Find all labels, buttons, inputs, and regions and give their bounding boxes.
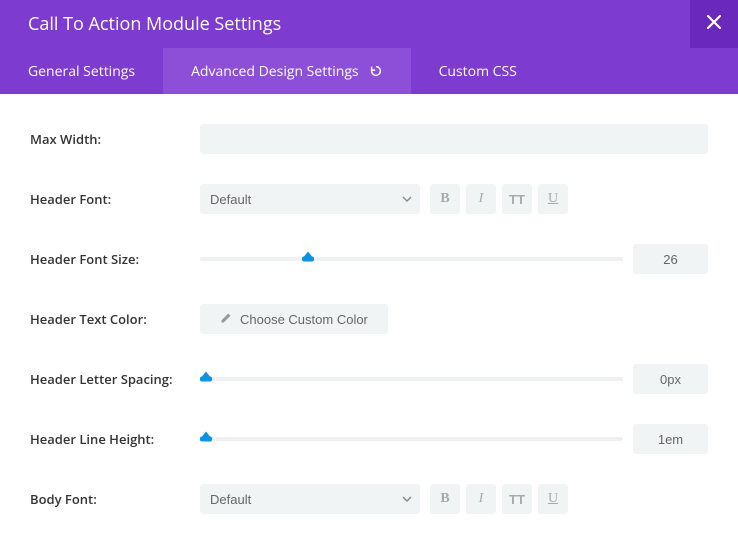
modal-header: Call To Action Module Settings [0,0,738,48]
bold-button[interactable]: B [430,484,460,514]
label-max-width: Max Width: [30,130,200,148]
bold-icon: B [440,191,449,207]
label-body-font: Body Font: [30,490,200,508]
row-header-font: Header Font: Default B I TT U [30,184,708,214]
tab-label: Advanced Design Settings [191,62,359,81]
label-header-line-height: Header Line Height: [30,430,200,448]
italic-button[interactable]: I [466,484,496,514]
slider-thumb[interactable] [302,257,314,262]
modal-title: Call To Action Module Settings [28,12,281,36]
underline-icon: U [548,491,558,507]
underline-icon: U [548,191,558,207]
body-font-style-buttons: B I TT U [430,484,568,514]
underline-button[interactable]: U [538,484,568,514]
italic-icon: I [479,491,484,507]
italic-button[interactable]: I [466,184,496,214]
row-header-letter-spacing: Header Letter Spacing: [30,364,708,394]
tab-label: General Settings [28,62,135,81]
underline-button[interactable]: U [538,184,568,214]
uppercase-button[interactable]: TT [502,184,532,214]
header-font-style-buttons: B I TT U [430,184,568,214]
bold-icon: B [440,491,449,507]
choose-color-button[interactable]: Choose Custom Color [200,304,388,334]
header-line-height-slider[interactable] [200,424,623,454]
slider-thumb[interactable] [200,377,212,382]
uppercase-icon: TT [509,192,525,207]
close-icon [707,15,721,33]
header-font-select[interactable]: Default [200,184,420,214]
header-font-size-input[interactable] [633,244,708,274]
tab-custom-css[interactable]: Custom CSS [411,48,545,94]
row-body-font: Body Font: Default B I TT U [30,484,708,514]
row-header-line-height: Header Line Height: [30,424,708,454]
slider-thumb[interactable] [200,437,212,442]
row-header-font-size: Header Font Size: [30,244,708,274]
close-button[interactable] [690,0,738,48]
header-letter-spacing-input[interactable] [633,364,708,394]
header-letter-spacing-slider[interactable] [200,364,623,394]
label-header-font: Header Font: [30,190,200,208]
reset-icon[interactable] [369,64,383,78]
italic-icon: I [479,191,484,207]
row-max-width: Max Width: [30,124,708,154]
tab-label: Custom CSS [439,62,517,81]
tab-advanced[interactable]: Advanced Design Settings [163,48,411,94]
header-line-height-input[interactable] [633,424,708,454]
tab-general[interactable]: General Settings [0,48,163,94]
module-settings-modal: Call To Action Module Settings General S… [0,0,738,554]
settings-body: Max Width: Header Font: Default B I [0,94,738,554]
row-header-text-color: Header Text Color: Choose Custom Color [30,304,708,334]
label-header-font-size: Header Font Size: [30,250,200,268]
body-font-select[interactable]: Default [200,484,420,514]
label-header-text-color: Header Text Color: [30,310,200,328]
label-header-letter-spacing: Header Letter Spacing: [30,370,200,388]
bold-button[interactable]: B [430,184,460,214]
tab-bar: General Settings Advanced Design Setting… [0,48,738,94]
header-font-size-slider[interactable] [200,244,623,274]
eyedropper-icon [220,312,232,327]
uppercase-icon: TT [509,492,525,507]
choose-color-label: Choose Custom Color [240,312,368,327]
uppercase-button[interactable]: TT [502,484,532,514]
max-width-input[interactable] [200,124,708,154]
